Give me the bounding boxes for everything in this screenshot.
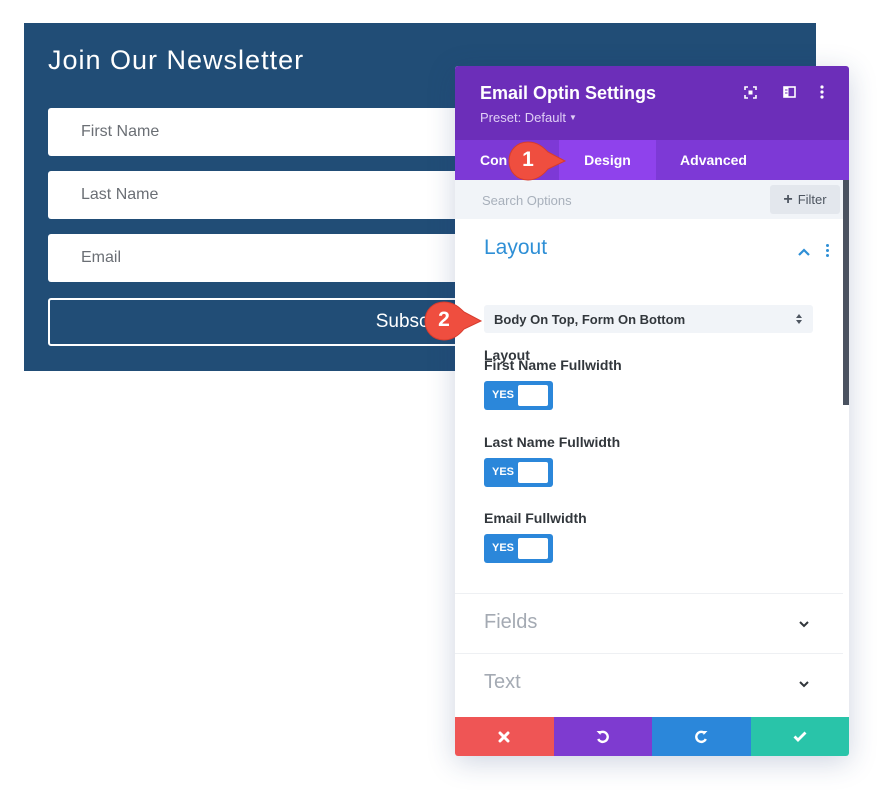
more-options-icon[interactable] (814, 84, 830, 100)
toggle-yes-label: YES (492, 466, 515, 478)
toggle-knob (518, 538, 548, 559)
checkmark-icon (793, 731, 807, 742)
first-name-fullwidth-toggle[interactable]: YES (484, 381, 553, 410)
fields-section-title[interactable]: Fields (484, 611, 537, 634)
layout-select[interactable]: Body On Top, Form On Bottom (484, 305, 813, 333)
close-icon (498, 731, 510, 742)
layout-select-value: Body On Top, Form On Bottom (494, 311, 686, 327)
filter-label: Filter (797, 192, 827, 207)
select-arrows-icon (796, 314, 802, 324)
redo-icon (694, 730, 708, 744)
chevron-down-icon[interactable] (797, 617, 811, 631)
email-fullwidth-toggle[interactable]: YES (484, 534, 553, 563)
plus-icon: + (783, 190, 793, 208)
preset-label: Preset: Default (480, 110, 566, 125)
redo-button[interactable] (652, 717, 751, 756)
save-button[interactable] (750, 717, 849, 756)
tab-advanced[interactable]: Advanced (656, 140, 771, 180)
toggle-yes-label: YES (492, 542, 515, 554)
section-divider (455, 593, 843, 594)
preset-dropdown[interactable]: Preset: Default ▼ (480, 110, 577, 125)
callout-marker-2: 2 (424, 300, 483, 341)
search-options-input[interactable] (480, 180, 744, 221)
last-name-fullwidth-label: Last Name Fullwidth (484, 434, 621, 450)
search-bar: + Filter (455, 180, 843, 221)
toggle-yes-label: YES (492, 389, 515, 401)
first-name-fullwidth-label: First Name Fullwidth (484, 357, 622, 373)
newsletter-title: Join Our Newsletter (48, 45, 305, 75)
toggle-knob (518, 462, 548, 483)
filter-button[interactable]: + Filter (770, 185, 840, 214)
undo-button[interactable] (553, 717, 652, 756)
undo-icon (596, 730, 610, 744)
toggle-knob (518, 385, 548, 406)
caret-down-icon: ▼ (569, 113, 577, 122)
discard-button[interactable] (455, 717, 554, 756)
last-name-fullwidth-toggle[interactable]: YES (484, 458, 553, 487)
modal-header: Email Optin Settings Preset: Default ▼ (455, 66, 849, 140)
section-options-icon[interactable] (824, 243, 830, 259)
split-view-icon[interactable] (781, 84, 797, 100)
chevron-up-icon[interactable] (797, 245, 811, 259)
text-section-title[interactable]: Text (484, 671, 521, 694)
layout-section-title[interactable]: Layout (484, 236, 547, 260)
modal-title: Email Optin Settings (480, 83, 657, 103)
chevron-down-icon[interactable] (797, 677, 811, 691)
scrollbar-thumb[interactable] (843, 180, 849, 405)
tab-design[interactable]: Design (559, 140, 656, 180)
focus-mode-icon[interactable] (742, 84, 758, 100)
callout-number: 1 (522, 148, 534, 171)
callout-marker-1: 1 (508, 140, 567, 181)
modal-footer (455, 717, 849, 756)
callout-number: 2 (438, 308, 450, 331)
email-fullwidth-label: Email Fullwidth (484, 510, 587, 526)
section-divider (455, 653, 843, 654)
